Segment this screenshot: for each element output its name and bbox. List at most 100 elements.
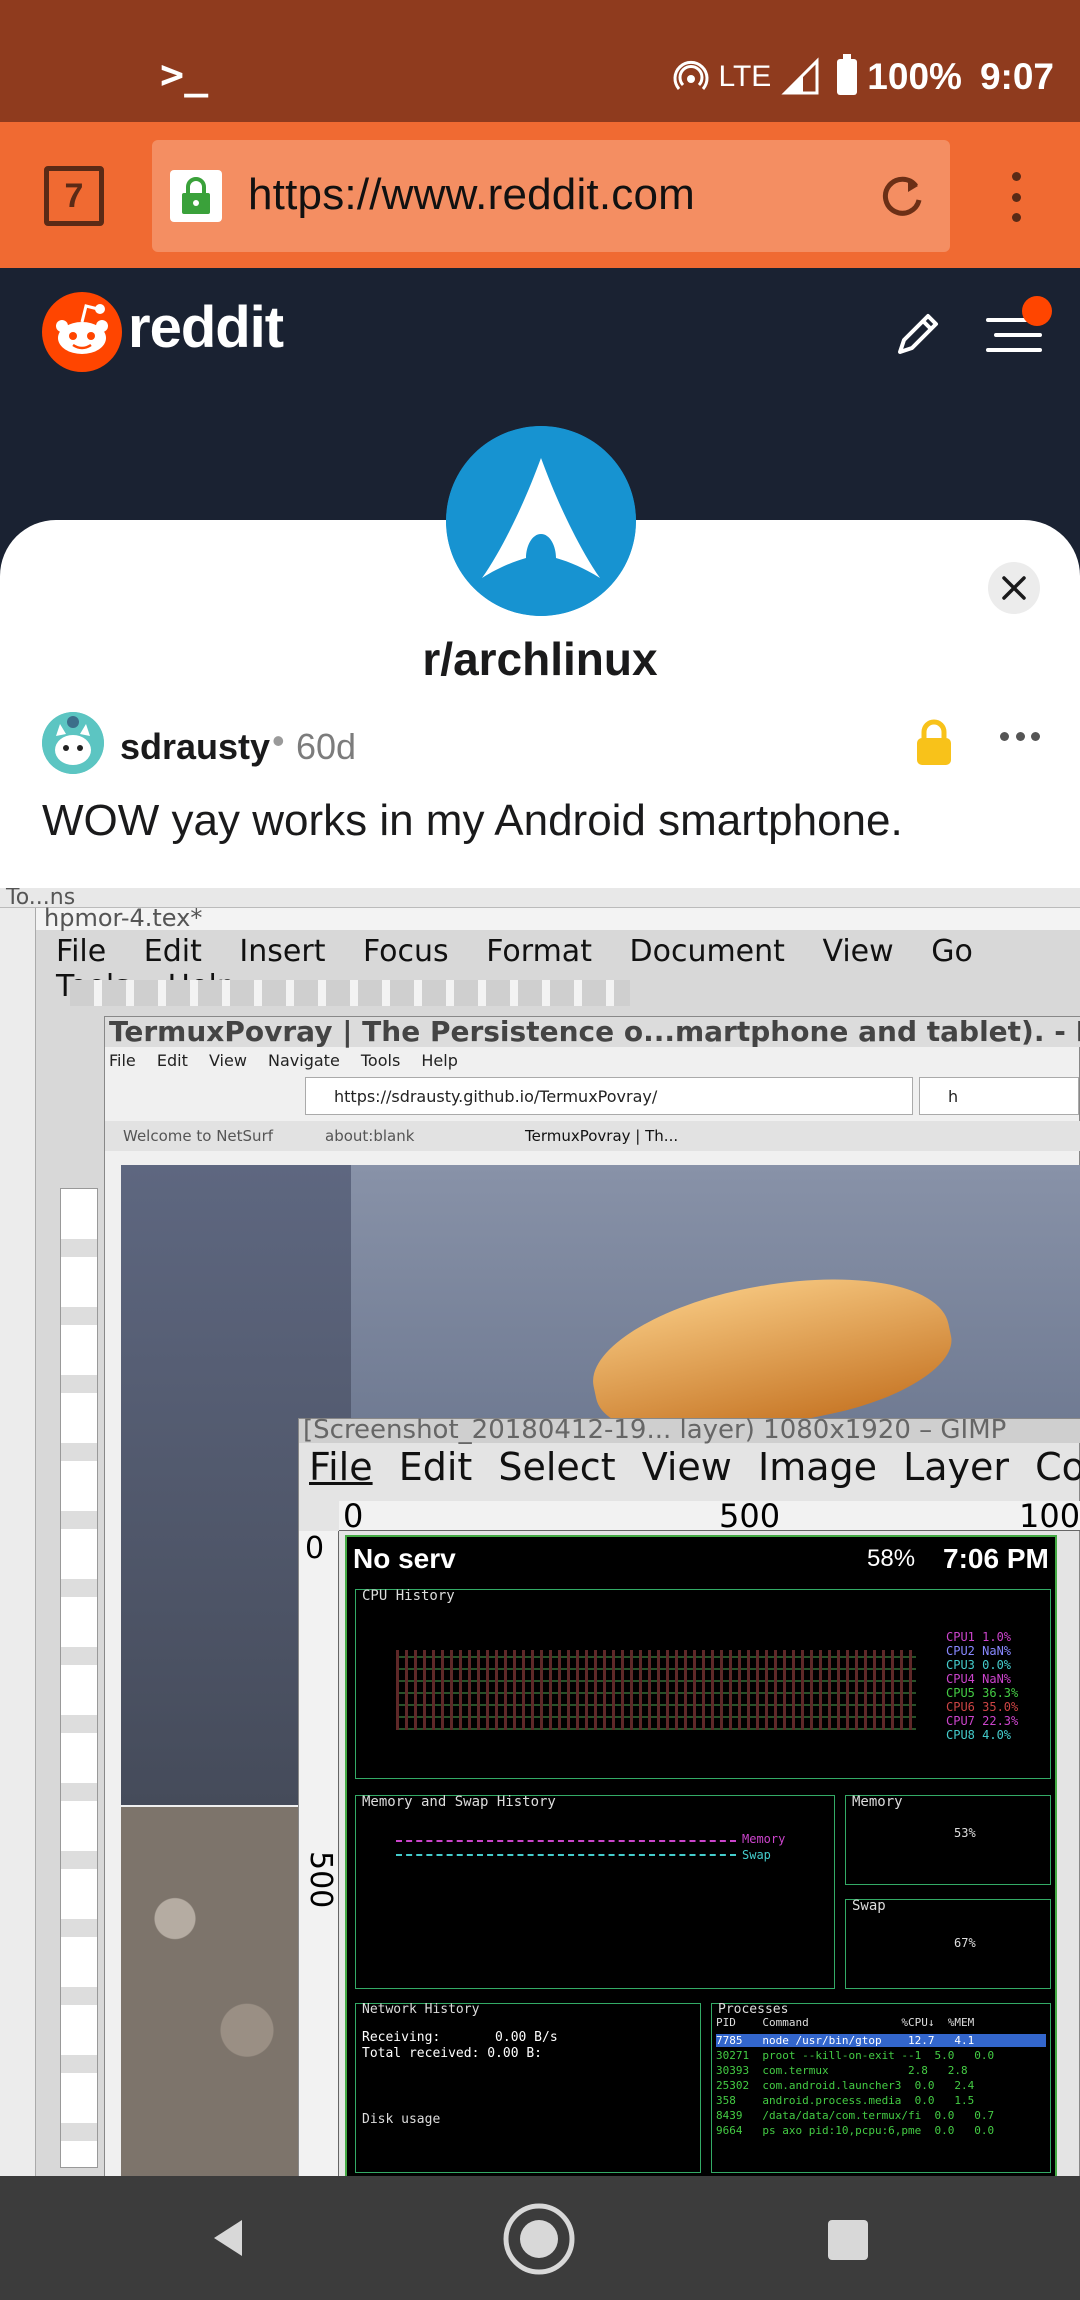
post-title[interactable]: WOW yay works in my Android smartphone. (42, 796, 903, 846)
processes-header: PID Command %CPU↓ %MEM (716, 2016, 975, 2029)
meta-separator: • (272, 720, 285, 761)
netsurf-tabs: Welcome to NetSurf about:blank TermuxPov… (105, 1121, 1080, 1151)
netsurf-menu-file[interactable]: File (109, 1051, 136, 1070)
gimp-horizontal-ruler[interactable]: 0 500 100 (339, 1497, 1080, 1535)
process-row[interactable]: 30271 proot --kill-on-exit --1 5.0 0.0 (716, 2049, 994, 2062)
gimp-vertical-ruler[interactable]: 0 500 (299, 1531, 339, 2178)
gimp-menu-select[interactable]: Select (498, 1445, 615, 1489)
vruler-label-500: 500 (303, 1851, 338, 1909)
netsurf-menu-edit[interactable]: Edit (157, 1051, 188, 1070)
gimp-menu-file[interactable]: File (309, 1445, 373, 1489)
cpu-row: CPU5 36.3% (946, 1686, 1019, 1700)
process-row[interactable]: 30393 com.termux 2.8 2.8 (716, 2064, 968, 2077)
clock: 9:07 (979, 56, 1054, 97)
netsurf-title: TermuxPovray | The Persistence o...martp… (109, 1015, 1080, 1048)
netsurf-menu-view[interactable]: View (209, 1051, 247, 1070)
vruler-label-0: 0 (305, 1531, 325, 1566)
kile-menu-view[interactable]: View (822, 934, 893, 969)
subreddit-name[interactable]: r/archlinux (0, 632, 1080, 686)
post-image[interactable]: To...ns hpmor-4.tex* File Edit Insert Fo… (0, 888, 1080, 2178)
phone-screenshot: No serv 58% 7:06 PM CPU History CPU1 1.0… (345, 1535, 1057, 2178)
kile-menu-file[interactable]: File (56, 934, 106, 969)
process-row[interactable]: 9664 ps axo pid:10,pcpu:6,pme 0.0 0.0 (716, 2124, 994, 2137)
cpu-row: CPU1 1.0% (946, 1630, 1012, 1644)
netsurf-menu-help[interactable]: Help (421, 1051, 457, 1070)
gimp-menu-edit[interactable]: Edit (399, 1445, 473, 1489)
gimp-menubar: File Edit Select View Image Layer Colors (309, 1445, 1080, 1489)
netsurf-url-field[interactable]: https://sdrausty.github.io/TermuxPovray/ (305, 1077, 913, 1115)
kile-menu-format[interactable]: Format (486, 934, 592, 969)
status-icons: LTE 100% 9:07 (673, 52, 1054, 102)
pencil-icon[interactable] (890, 306, 946, 362)
url-bar[interactable]: https://www.reddit.com (152, 140, 950, 252)
user-avatar[interactable] (42, 712, 104, 774)
locked-icon (917, 719, 951, 765)
close-button[interactable] (988, 562, 1040, 614)
ruler-label-1000: 100 (1019, 1497, 1080, 1535)
processes-panel: Processes PID Command %CPU↓ %MEM 7785 no… (711, 2002, 1051, 2173)
netsurf-menu-tools[interactable]: Tools (361, 1051, 400, 1070)
cpu-row: CPU3 0.0% (946, 1658, 1012, 1672)
gimp-menu-colors[interactable]: Colors (1035, 1445, 1080, 1489)
netsurf-search-field[interactable]: h (919, 1077, 1079, 1115)
memory-percent: 53% (954, 1826, 976, 1840)
kile-menu-document[interactable]: Document (630, 934, 785, 969)
reddit-wordmark[interactable]: reddit (128, 294, 284, 361)
gimp-menu-view[interactable]: View (642, 1445, 732, 1489)
network-panel: Network History Receiving: 0.00 B/s Tota… (355, 2002, 701, 2173)
gimp-menu-layer[interactable]: Layer (903, 1445, 1009, 1489)
page-thumbnails[interactable] (60, 1188, 98, 2168)
netsurf-titlebar: TermuxPovray | The Persistence o...martp… (105, 1015, 1080, 1048)
process-row[interactable]: 7785 node /usr/bin/gtop 12.7 4.1 (716, 2034, 1046, 2047)
cpu-row: CPU2 NaN% (946, 1644, 1012, 1658)
gimp-title: [Screenshot_20180412-19... layer) 1080x1… (303, 1415, 1007, 1445)
swap-legend: Swap (742, 1848, 771, 1862)
phone-status-carrier: No serv (353, 1543, 456, 1574)
gimp-window: [Screenshot_20180412-19... layer) 1080x1… (298, 1415, 1080, 2178)
status-bar: >_ LTE 100% 9:07 (0, 0, 1080, 122)
netsurf-tab-welcome[interactable]: Welcome to NetSurf (123, 1127, 273, 1145)
memory-line (396, 1840, 736, 1842)
browser-menu-icon[interactable] (1006, 172, 1026, 222)
netsurf-tab-termuxpovray[interactable]: TermuxPovray | Th... (525, 1127, 678, 1145)
reload-icon[interactable] (876, 170, 928, 222)
back-icon[interactable] (206, 2216, 250, 2260)
process-row[interactable]: 358 android.process.media 0.0 1.5 (716, 2094, 974, 2107)
cpu-row: CPU8 4.0% (946, 1728, 1012, 1742)
cpu-history-label: CPU History (362, 1588, 455, 1604)
more-options-icon[interactable] (1000, 732, 1040, 744)
reddit-header: reddit (0, 268, 1080, 394)
netsurf-menu-navigate[interactable]: Navigate (268, 1051, 340, 1070)
cpu-history-panel: CPU History CPU1 1.0% CPU2 NaN% CPU3 0.0… (355, 1588, 1051, 1779)
kile-toolbar-icons[interactable] (70, 980, 630, 1006)
netsurf-search[interactable]: h (948, 1087, 958, 1106)
secure-lock-icon[interactable] (170, 170, 222, 222)
memory-history-panel: Memory and Swap History Memory Swap (355, 1794, 835, 1989)
tabs-button[interactable]: 7 (44, 166, 104, 226)
netsurf-tab-blank[interactable]: about:blank (325, 1127, 414, 1145)
home-icon[interactable] (502, 2202, 576, 2276)
cpu-history-plot (396, 1650, 916, 1730)
netsurf-url[interactable]: https://sdrausty.github.io/TermuxPovray/ (334, 1087, 657, 1106)
kile-doc-tab-bar: hpmor-4.tex* (36, 904, 1080, 932)
battery-percent: 100% (867, 56, 962, 97)
memory-history-label: Memory and Swap History (362, 1794, 556, 1810)
kile-doc-tab[interactable]: hpmor-4.tex* (44, 904, 202, 932)
recents-icon[interactable] (828, 2220, 868, 2260)
kile-menu-edit[interactable]: Edit (144, 934, 202, 969)
author-name[interactable]: sdrausty (120, 726, 270, 768)
hotspot-icon (673, 60, 708, 90)
kile-menu-go[interactable]: Go (931, 934, 973, 969)
swap-line (396, 1854, 736, 1856)
kile-menu-insert[interactable]: Insert (239, 934, 325, 969)
network-receiving: Receiving: 0.00 B/s (362, 2030, 558, 2045)
url-text[interactable]: https://www.reddit.com (248, 170, 695, 220)
process-row[interactable]: 25302 com.android.launcher3 0.0 2.4 (716, 2079, 974, 2092)
kile-menu-focus[interactable]: Focus (363, 934, 449, 969)
reddit-logo-icon[interactable] (42, 292, 122, 372)
gimp-menu-image[interactable]: Image (758, 1445, 877, 1489)
archlinux-icon[interactable] (446, 426, 636, 616)
process-row[interactable]: 8439 /data/data/com.termux/fi 0.0 0.7 (716, 2109, 994, 2122)
notification-dot (1022, 296, 1052, 326)
gimp-titlebar: [Screenshot_20180412-19... layer) 1080x1… (299, 1415, 1080, 1445)
